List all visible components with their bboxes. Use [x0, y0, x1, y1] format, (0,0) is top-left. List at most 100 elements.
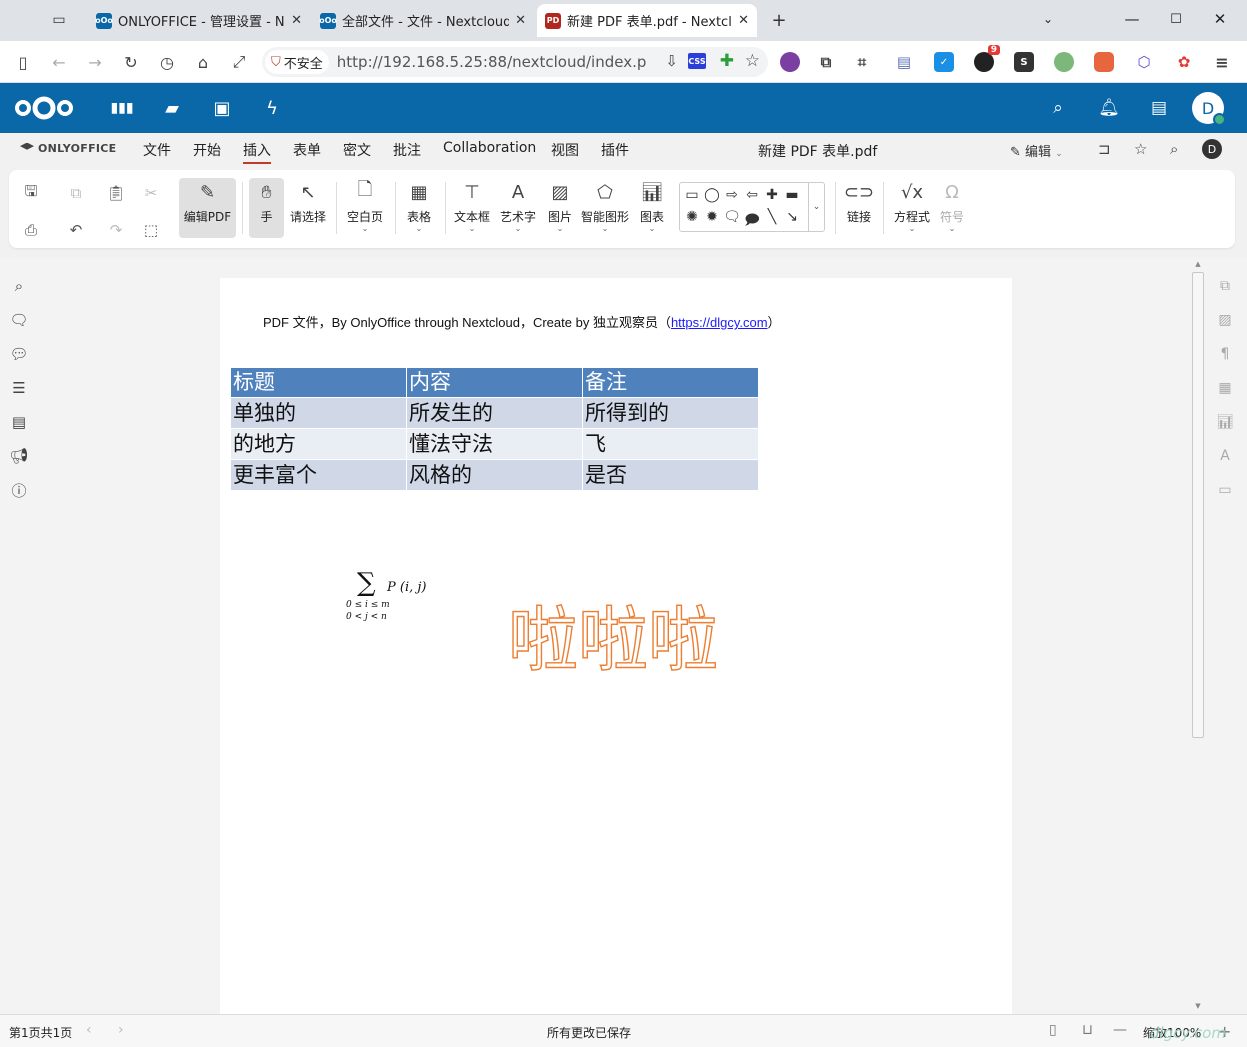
table-cell[interactable]: 所发生的 — [406, 397, 583, 429]
minus-shape-icon[interactable]: ▬ — [782, 187, 802, 203]
tab-close-icon[interactable]: ✕ — [515, 13, 526, 28]
redo-icon[interactable]: ↷ — [105, 219, 127, 241]
edit-pdf-button[interactable]: ✎ 编辑PDF — [179, 178, 236, 238]
browser-menu-icon[interactable]: ≡ — [1212, 52, 1232, 72]
equation-button[interactable]: √x 方程式 ⌄ — [892, 178, 932, 238]
paragraph-settings-icon[interactable]: ¶ — [1215, 344, 1235, 364]
green-extension-icon[interactable] — [1054, 52, 1074, 72]
headings-icon[interactable]: ☰ — [9, 378, 29, 398]
menu-home[interactable]: 开始 — [193, 140, 221, 160]
thumbnails-icon[interactable]: ▤ — [9, 412, 29, 432]
crop-icon[interactable]: ⌗ — [852, 52, 872, 72]
user-avatar[interactable]: D — [1202, 139, 1222, 159]
menu-redact[interactable]: 密文 — [343, 140, 371, 160]
cube-extension-icon[interactable]: ⬡ — [1134, 52, 1154, 72]
table-cell[interactable]: 风格的 — [406, 459, 583, 491]
line-shape-icon[interactable]: ╲ — [762, 209, 782, 225]
table-cell[interactable]: 的地方 — [230, 428, 407, 460]
shield-extension-icon[interactable]: ✓ — [934, 52, 954, 72]
chevron-down-icon[interactable]: ⌄ — [808, 183, 824, 231]
history-icon[interactable]: ◷ — [156, 51, 178, 73]
author-link[interactable]: https://dlgcy.com — [671, 315, 768, 330]
browser-tab-pdf-form[interactable]: PD 新建 PDF 表单.pdf - Nextcloud ✕ — [537, 4, 757, 37]
sidebar-toggle-icon[interactable]: ▯ — [12, 51, 34, 73]
fit-width-icon[interactable]: ⊔ — [1082, 1022, 1093, 1038]
scroll-down-icon[interactable]: ▼ — [1192, 1000, 1204, 1012]
menu-forms[interactable]: 表单 — [293, 140, 321, 160]
menu-view[interactable]: 视图 — [551, 140, 579, 160]
chart-button[interactable]: 📊︎ 图表 ⌄ — [636, 178, 668, 238]
shape-settings-icon[interactable]: ⧉ — [1215, 276, 1235, 296]
tab-close-icon[interactable]: ✕ — [738, 13, 749, 28]
image-button[interactable]: ▨ 图片 ⌄ — [544, 178, 576, 238]
burst-shape-icon[interactable]: ✹ — [702, 209, 722, 225]
security-indicator[interactable]: ⛉ 不安全 — [265, 50, 329, 74]
rectangle-shape-icon[interactable]: ▭ — [682, 187, 702, 203]
edit-mode-dropdown[interactable]: ✎ 编辑 ⌄ — [1010, 141, 1063, 160]
table-cell[interactable]: 更丰富个 — [230, 459, 407, 491]
text-art-settings-icon[interactable]: A — [1215, 446, 1235, 466]
menu-plugins[interactable]: 插件 — [601, 140, 629, 160]
data-table[interactable]: 标题 内容 备注 单独的 所发生的 所得到的 的地方 懂法守法 飞 更丰富个 风… — [230, 367, 759, 491]
undo-icon[interactable]: ↶ — [65, 219, 87, 241]
extensions-icon[interactable]: ⧉ — [816, 52, 836, 72]
menu-collaboration[interactable]: Collaboration — [443, 140, 536, 156]
extension-circle-icon[interactable] — [780, 52, 800, 72]
notifications-icon[interactable]: 🔔︎ — [1098, 97, 1120, 119]
callout-round-shape-icon[interactable]: 🗩︎ — [742, 209, 762, 233]
burst-shape-icon[interactable]: ✺ — [682, 209, 702, 225]
s-extension-icon[interactable]: S — [1014, 52, 1034, 72]
back-icon[interactable]: ← — [48, 51, 70, 73]
photos-app-icon[interactable]: ▣ — [211, 97, 233, 119]
previous-page-icon[interactable]: ‹ — [86, 1022, 92, 1038]
search-icon[interactable]: ⌕ — [9, 276, 29, 296]
wordart-text[interactable]: 啦啦啦 — [507, 599, 718, 680]
menu-file[interactable]: 文件 — [143, 140, 171, 160]
select-tool-button[interactable]: ↖ 请选择 — [287, 178, 329, 238]
dashboard-app-icon[interactable]: ▮▮▮ — [110, 97, 133, 119]
comments-icon[interactable]: 🗨︎ — [9, 310, 29, 330]
table-cell[interactable]: 飞 — [582, 428, 759, 460]
callout-shape-icon[interactable]: 🗨︎ — [722, 209, 742, 225]
window-close-icon[interactable]: ✕ — [1200, 6, 1240, 32]
puzzle-extension-icon[interactable]: ✚ — [720, 51, 734, 71]
forward-icon[interactable]: → — [84, 51, 106, 73]
menu-comments[interactable]: 批注 — [393, 140, 421, 160]
table-header-cell[interactable]: 备注 — [582, 367, 759, 398]
fit-page-icon[interactable]: ▯ — [1049, 1022, 1057, 1038]
table-header-cell[interactable]: 标题 — [230, 367, 407, 398]
reload-icon[interactable]: ↻ — [120, 51, 142, 73]
smart-art-button[interactable]: ⬠ 智能图形 ⌄ — [580, 178, 630, 238]
table-cell[interactable]: 是否 — [582, 459, 759, 491]
table-settings-icon[interactable]: ▦ — [1215, 378, 1235, 398]
expand-icon[interactable]: ⤢ — [228, 51, 250, 73]
maximize-icon[interactable]: ☐ — [1156, 6, 1196, 32]
text-box-button[interactable]: ⊤ 文本框 ⌄ — [452, 178, 492, 238]
user-avatar[interactable]: D — [1192, 92, 1226, 126]
scroll-up-icon[interactable]: ▲ — [1192, 258, 1204, 270]
next-page-icon[interactable]: › — [118, 1022, 124, 1038]
table-button[interactable]: ▦ 表格 ⌄ — [402, 178, 436, 238]
favorite-star-icon[interactable]: ☆ — [745, 51, 760, 71]
tab-actions-icon[interactable]: ▭ — [46, 8, 72, 32]
text-art-button[interactable]: A 艺术字 ⌄ — [498, 178, 538, 238]
chat-icon[interactable]: 💬︎ — [9, 344, 29, 364]
symbol-button[interactable]: Ω 符号 ⌄ — [937, 178, 967, 238]
table-cell[interactable]: 单独的 — [230, 397, 407, 429]
link-button[interactable]: ⊂⊃ 链接 — [844, 178, 874, 238]
url-field[interactable]: ⛉ 不安全 http://192.168.5.25:88/nextcloud/i… — [262, 47, 768, 77]
pdf-page[interactable]: PDF 文件，By OnlyOffice through Nextcloud，C… — [220, 278, 1012, 1014]
ellipse-shape-icon[interactable]: ◯ — [702, 187, 722, 203]
open-location-icon[interactable]: ⊐ — [1098, 140, 1111, 158]
new-tab-icon[interactable]: + — [766, 8, 792, 32]
search-icon[interactable]: ⌕ — [1047, 97, 1069, 119]
table-header-cell[interactable]: 内容 — [406, 367, 583, 398]
badge-extension-icon[interactable]: 9 — [974, 45, 1000, 72]
hand-tool-button[interactable]: ✋︎ 手 — [249, 178, 284, 238]
about-icon[interactable]: ⓘ — [9, 480, 29, 500]
tab-list-chevron-icon[interactable]: ⌄ — [1028, 6, 1068, 32]
css-extension-icon[interactable]: CSS — [688, 53, 706, 69]
select-all-icon[interactable]: ⬚ — [140, 219, 162, 241]
feedback-icon[interactable]: 📢︎ — [9, 446, 29, 466]
activity-app-icon[interactable]: ϟ — [261, 97, 283, 119]
